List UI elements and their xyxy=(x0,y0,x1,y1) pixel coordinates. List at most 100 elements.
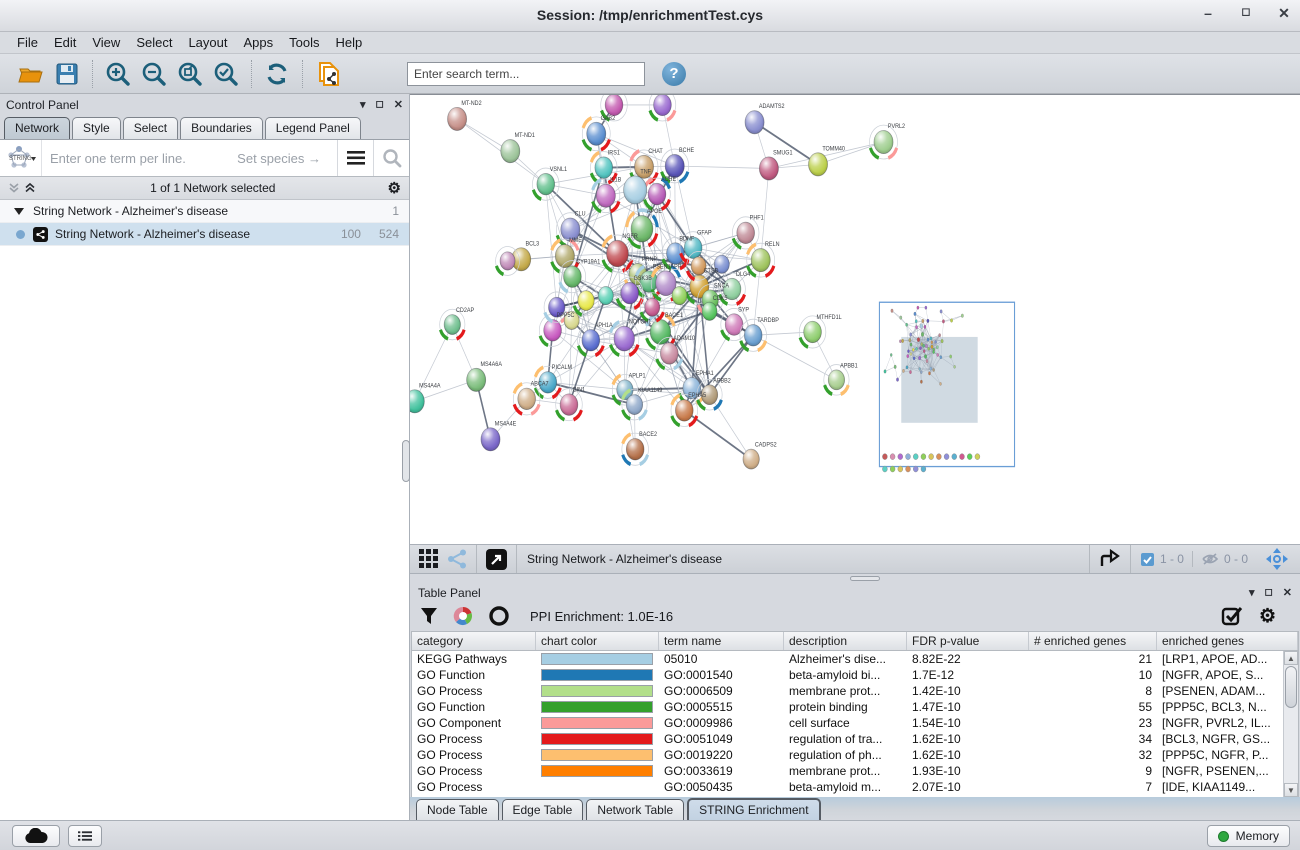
refresh-button[interactable] xyxy=(262,59,292,89)
close-icon[interactable]: ✕ xyxy=(1276,5,1292,22)
network-options-gear-icon[interactable]: ⚙ xyxy=(388,179,401,197)
cloud-tasks-button[interactable] xyxy=(12,825,60,847)
detach-view-button[interactable] xyxy=(486,549,507,570)
network-node[interactable] xyxy=(481,428,500,451)
table-row[interactable]: GO ComponentGO:0009986cell surface1.54E-… xyxy=(412,715,1283,731)
network-node[interactable] xyxy=(743,449,759,469)
tab-legend-panel[interactable]: Legend Panel xyxy=(265,117,361,139)
collapse-expand-icons[interactable] xyxy=(8,182,38,194)
open-session-button[interactable] xyxy=(16,59,46,89)
network-node[interactable] xyxy=(582,117,610,151)
zoom-in-button[interactable] xyxy=(103,59,133,89)
network-node[interactable] xyxy=(672,287,687,305)
filter-icon[interactable] xyxy=(420,607,438,625)
network-node[interactable] xyxy=(598,287,613,305)
memory-button[interactable]: Memory xyxy=(1207,825,1290,847)
enrichment-table[interactable]: categorychart colorterm namedescriptionF… xyxy=(411,631,1299,797)
network-node[interactable] xyxy=(649,95,676,121)
task-history-button[interactable] xyxy=(68,825,102,847)
table-panel-menu-icon[interactable]: ▾ xyxy=(1249,586,1255,599)
string-query-input[interactable]: Enter one term per line. Set species → xyxy=(42,151,337,166)
column-header-description[interactable]: description xyxy=(784,632,907,650)
network-node[interactable] xyxy=(745,111,764,134)
select-rows-icon[interactable] xyxy=(1221,605,1243,627)
tab-network-table[interactable]: Network Table xyxy=(586,799,684,820)
network-node[interactable] xyxy=(747,243,775,277)
network-node[interactable] xyxy=(467,368,486,391)
horizontal-splitter[interactable] xyxy=(410,574,1300,584)
table-row[interactable]: GO ProcessGO:0019220regulation of ph...1… xyxy=(412,747,1283,763)
menu-select[interactable]: Select xyxy=(129,33,179,52)
menu-apps[interactable]: Apps xyxy=(237,33,281,52)
enrichment-table-body[interactable]: KEGG Pathways05010Alzheimer's dise...8.8… xyxy=(412,651,1283,797)
network-node[interactable] xyxy=(592,179,620,213)
enrichment-table-header[interactable]: categorychart colorterm namedescriptionF… xyxy=(412,632,1298,651)
menu-help[interactable]: Help xyxy=(329,33,370,52)
zoom-fit-button[interactable] xyxy=(175,59,205,89)
network-node[interactable] xyxy=(627,210,658,247)
column-header-term-name[interactable]: term name xyxy=(659,632,784,650)
help-button[interactable]: ? xyxy=(659,59,689,89)
enrichment-chart-icon[interactable] xyxy=(452,605,474,627)
tab-edge-table[interactable]: Edge Table xyxy=(502,799,584,820)
splitter-grip[interactable] xyxy=(850,576,880,581)
table-row[interactable]: GO FunctionGO:0001540beta-amyloid bi...1… xyxy=(412,667,1283,683)
column-header-chart-color[interactable]: chart color xyxy=(536,632,659,650)
column-header--enriched-genes[interactable]: # enriched genes xyxy=(1029,632,1157,650)
network-node[interactable] xyxy=(501,140,520,163)
minimize-icon[interactable]: – xyxy=(1200,5,1216,22)
string-options-button[interactable] xyxy=(337,140,373,176)
network-node[interactable] xyxy=(410,390,424,413)
table-panel-float-icon[interactable]: ◻ xyxy=(1264,587,1272,598)
table-vertical-scrollbar[interactable]: ▲ ▼ xyxy=(1283,651,1298,797)
network-graph-svg[interactable]: MT-ND2MT-ND1VSNL1GAB2IRS1IL1BCHATBCHEACH… xyxy=(410,95,1297,545)
search-input[interactable] xyxy=(407,62,645,86)
table-row[interactable]: GO ProcessGO:0033619membrane prot...1.93… xyxy=(412,763,1283,779)
tab-network[interactable]: Network xyxy=(4,117,70,139)
menu-view[interactable]: View xyxy=(85,33,127,52)
tab-style[interactable]: Style xyxy=(72,117,121,139)
network-node[interactable] xyxy=(702,302,717,320)
grid-view-icon[interactable] xyxy=(419,549,439,569)
menu-tools[interactable]: Tools xyxy=(282,33,326,52)
table-settings-gear-icon[interactable]: ⚙ xyxy=(1259,605,1276,628)
panel-splitter-handle[interactable] xyxy=(402,440,410,482)
maximize-icon[interactable]: ◻ xyxy=(1238,5,1254,22)
network-node[interactable] xyxy=(624,176,647,204)
tab-node-table[interactable]: Node Table xyxy=(416,799,499,820)
zoom-selected-button[interactable] xyxy=(211,59,241,89)
network-node[interactable] xyxy=(448,107,467,130)
column-header-enriched-genes[interactable]: enriched genes xyxy=(1157,632,1298,650)
table-row[interactable]: GO FunctionGO:0005515protein binding1.47… xyxy=(412,699,1283,715)
network-node[interactable] xyxy=(870,125,898,159)
export-network-icon[interactable] xyxy=(1099,549,1121,569)
table-row[interactable]: KEGG Pathways05010Alzheimer's dise...8.8… xyxy=(412,651,1283,667)
menu-edit[interactable]: Edit xyxy=(47,33,83,52)
ring-chart-icon[interactable] xyxy=(488,605,510,627)
column-header-FDR-p-value[interactable]: FDR p-value xyxy=(907,632,1029,650)
share-view-icon[interactable] xyxy=(447,549,467,569)
table-row[interactable]: GO ProcessGO:0051049regulation of tra...… xyxy=(412,731,1283,747)
tab-boundaries[interactable]: Boundaries xyxy=(180,117,263,139)
network-row[interactable]: String Network - Alzheimer's disease 100… xyxy=(0,223,409,246)
scrollbar-thumb[interactable] xyxy=(1285,666,1297,708)
network-node[interactable] xyxy=(610,321,639,357)
pan-tool-icon[interactable] xyxy=(1266,548,1288,570)
panel-menu-icon[interactable]: ▾ xyxy=(360,98,366,111)
set-species-hint[interactable]: Set species → xyxy=(237,151,329,166)
network-from-file-button[interactable] xyxy=(313,59,343,89)
collection-expand-icon[interactable] xyxy=(14,208,24,215)
scroll-up-icon[interactable]: ▲ xyxy=(1284,651,1298,665)
table-panel-close-icon[interactable]: ✕ xyxy=(1283,586,1292,599)
network-node[interactable] xyxy=(602,235,633,272)
string-protein-query-button[interactable]: STRING xyxy=(0,140,42,176)
title-bar[interactable]: Session: /tmp/enrichmentTest.cys – ◻ ✕ xyxy=(0,0,1300,32)
save-session-button[interactable] xyxy=(52,59,82,89)
zoom-out-button[interactable] xyxy=(139,59,169,89)
column-header-category[interactable]: category xyxy=(412,632,536,650)
table-row[interactable]: GO ProcessGO:0006509membrane prot...1.42… xyxy=(412,683,1283,699)
table-row[interactable]: GO ProcessGO:0050435beta-amyloid m...2.0… xyxy=(412,779,1283,795)
network-node[interactable] xyxy=(808,153,827,176)
scroll-down-icon[interactable]: ▼ xyxy=(1284,783,1298,797)
menu-file[interactable]: File xyxy=(10,33,45,52)
